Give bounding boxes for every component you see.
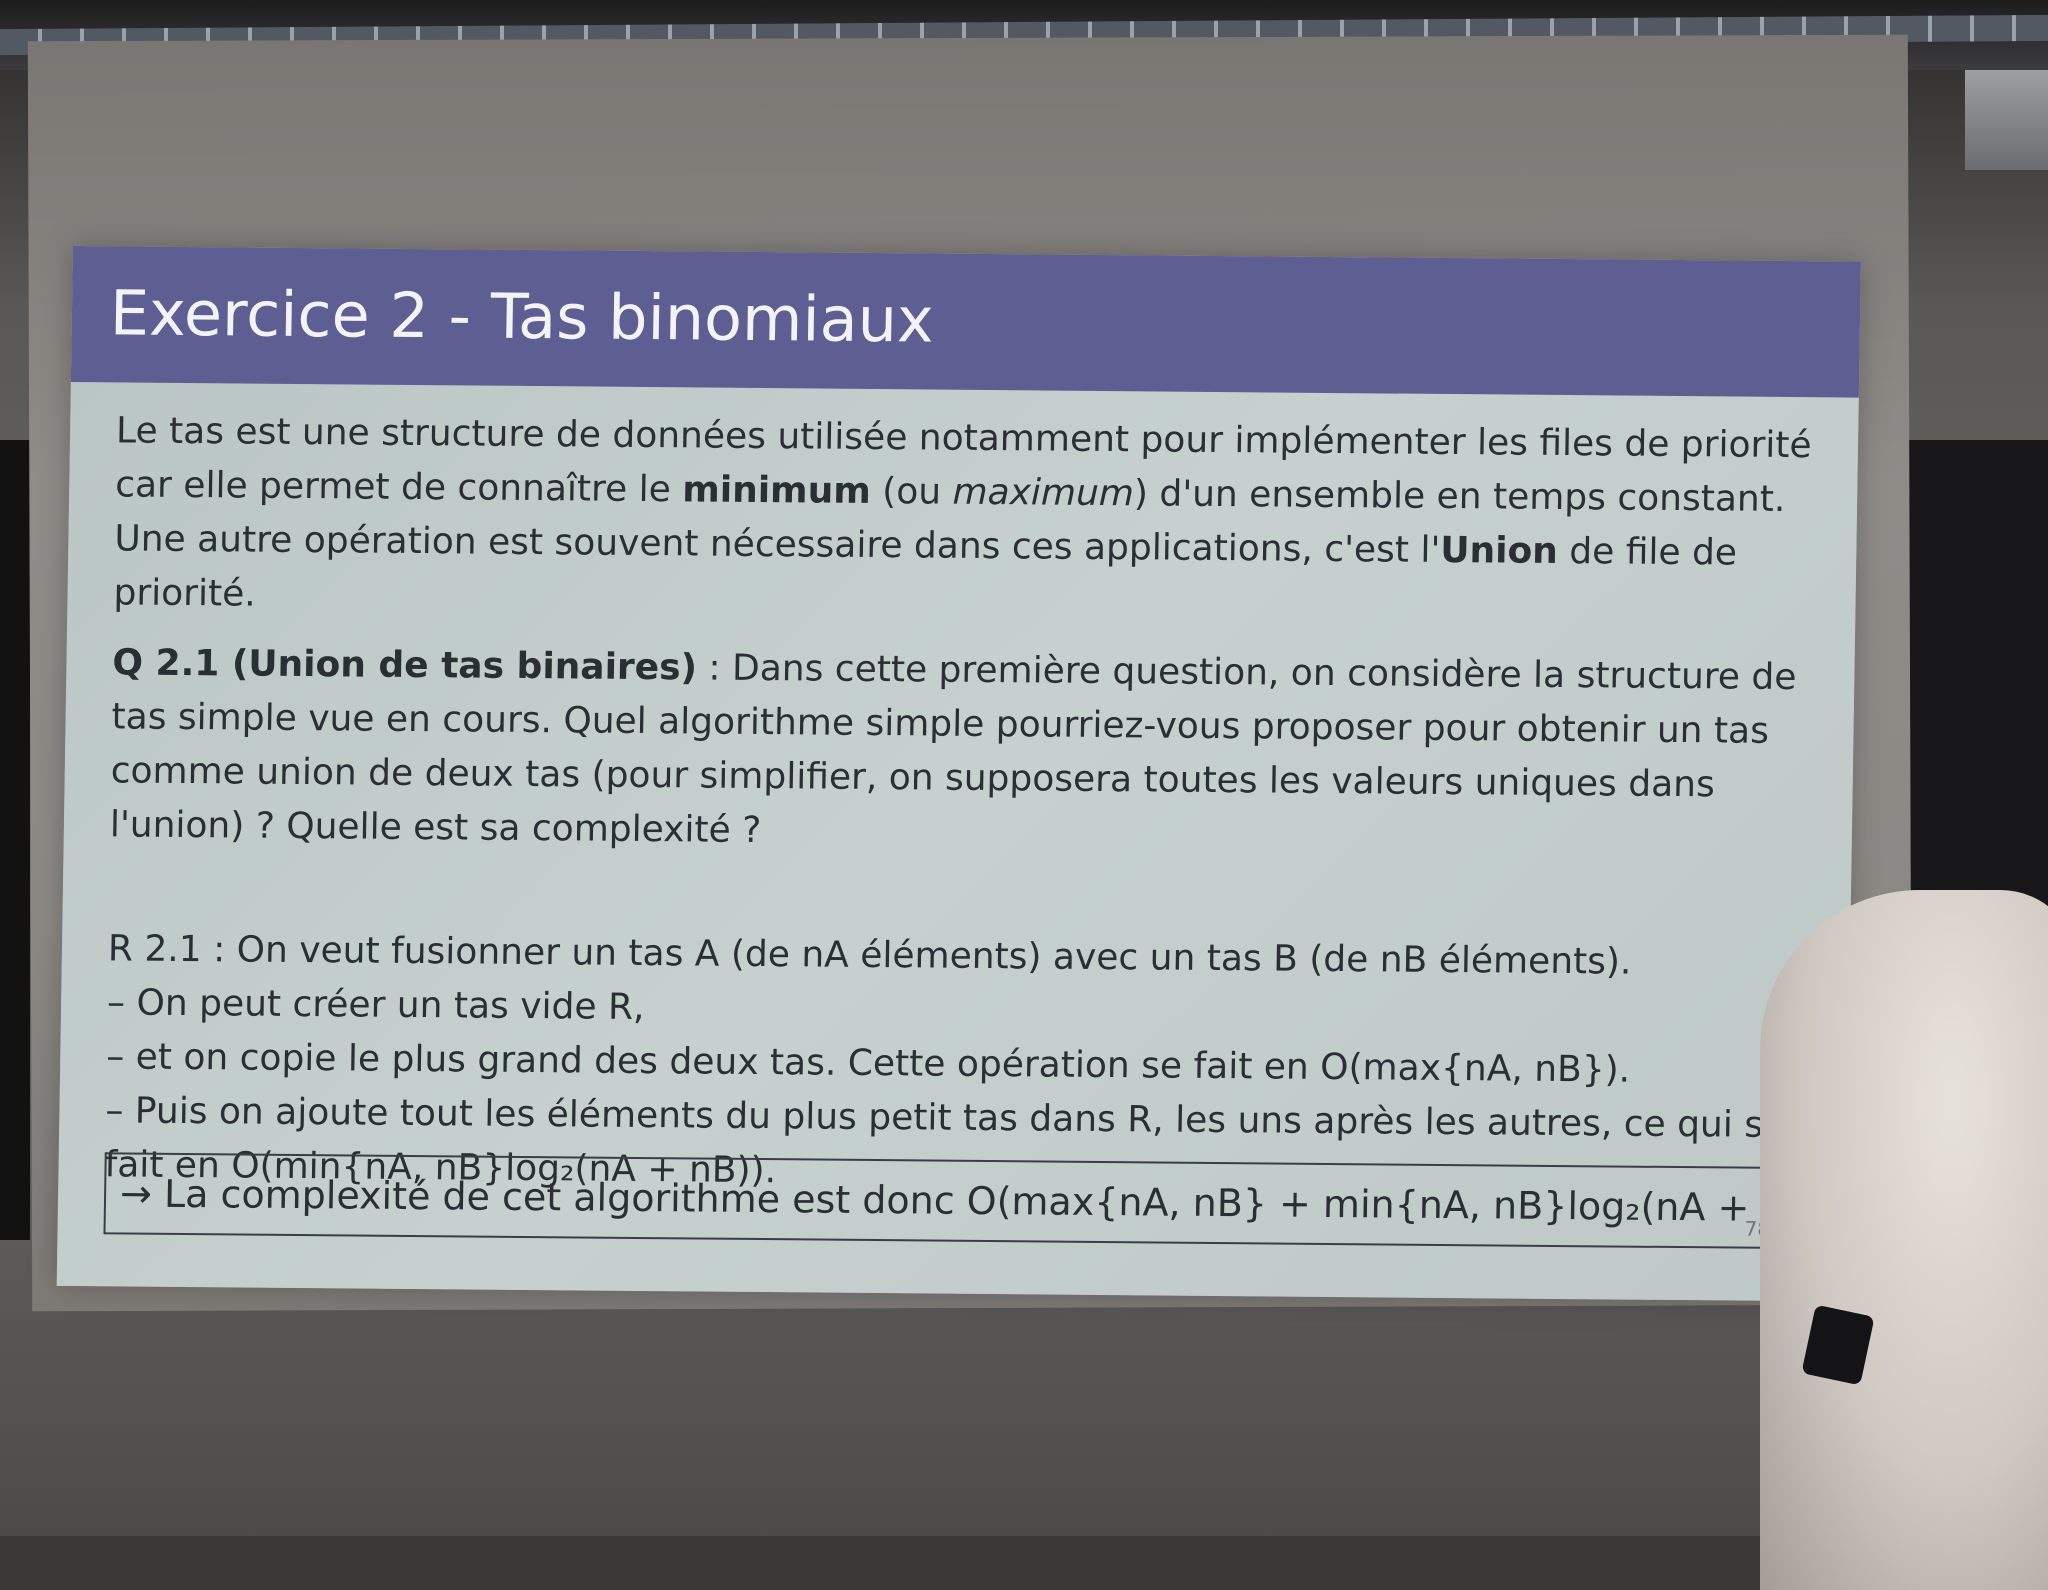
slide: Exercice 2 - Tas binomiaux Le tas est un… [56, 246, 1861, 1302]
answer-text-1: : On veut fusionner un tas A (de nA élém… [201, 929, 1632, 983]
wall-left [0, 440, 30, 1240]
intro-maximum: maximum [952, 471, 1135, 515]
intro-union: Union [1439, 529, 1559, 572]
question-label: Q 2.1 (Union de tas binaires) [112, 642, 698, 689]
intro-text-2: (ou [870, 470, 953, 513]
question-paragraph: Q 2.1 (Union de tas binaires) : Dans cet… [109, 636, 1812, 867]
lecture-room: Exercice 2 - Tas binomiaux Le tas est un… [0, 0, 2048, 1590]
projector-mount [1965, 70, 2048, 170]
slide-body: Le tas est une structure de données util… [104, 404, 1816, 1207]
slide-title-bar: Exercice 2 - Tas binomiaux [70, 246, 1861, 398]
answer-label: R 2.1 [107, 928, 203, 971]
intro-minimum: minimum [681, 469, 872, 512]
slide-title: Exercice 2 - Tas binomiaux [109, 276, 935, 357]
conclusion-box: → La complexité de cet algorithme est do… [103, 1152, 1795, 1250]
person-silhouette [1760, 890, 2048, 1590]
intro-paragraph: Le tas est une structure de données util… [113, 404, 1816, 635]
